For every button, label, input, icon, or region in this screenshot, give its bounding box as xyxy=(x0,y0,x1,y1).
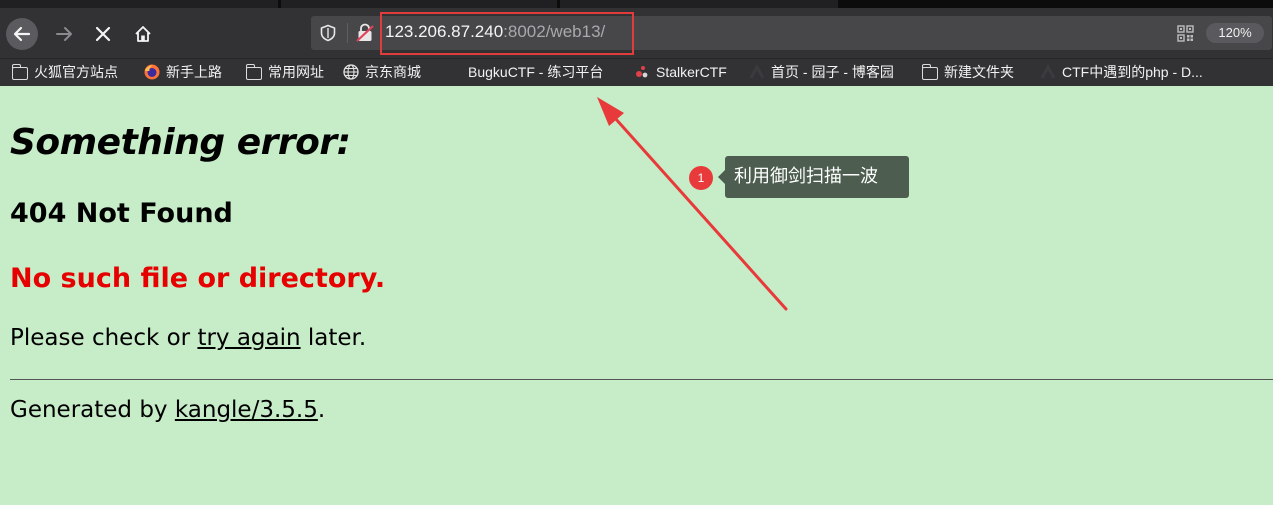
annotation-arrow xyxy=(597,97,788,311)
annotation-tooltip: 利用御剑扫描一波 xyxy=(718,156,909,198)
annotation-number-badge: 1 xyxy=(689,166,713,190)
